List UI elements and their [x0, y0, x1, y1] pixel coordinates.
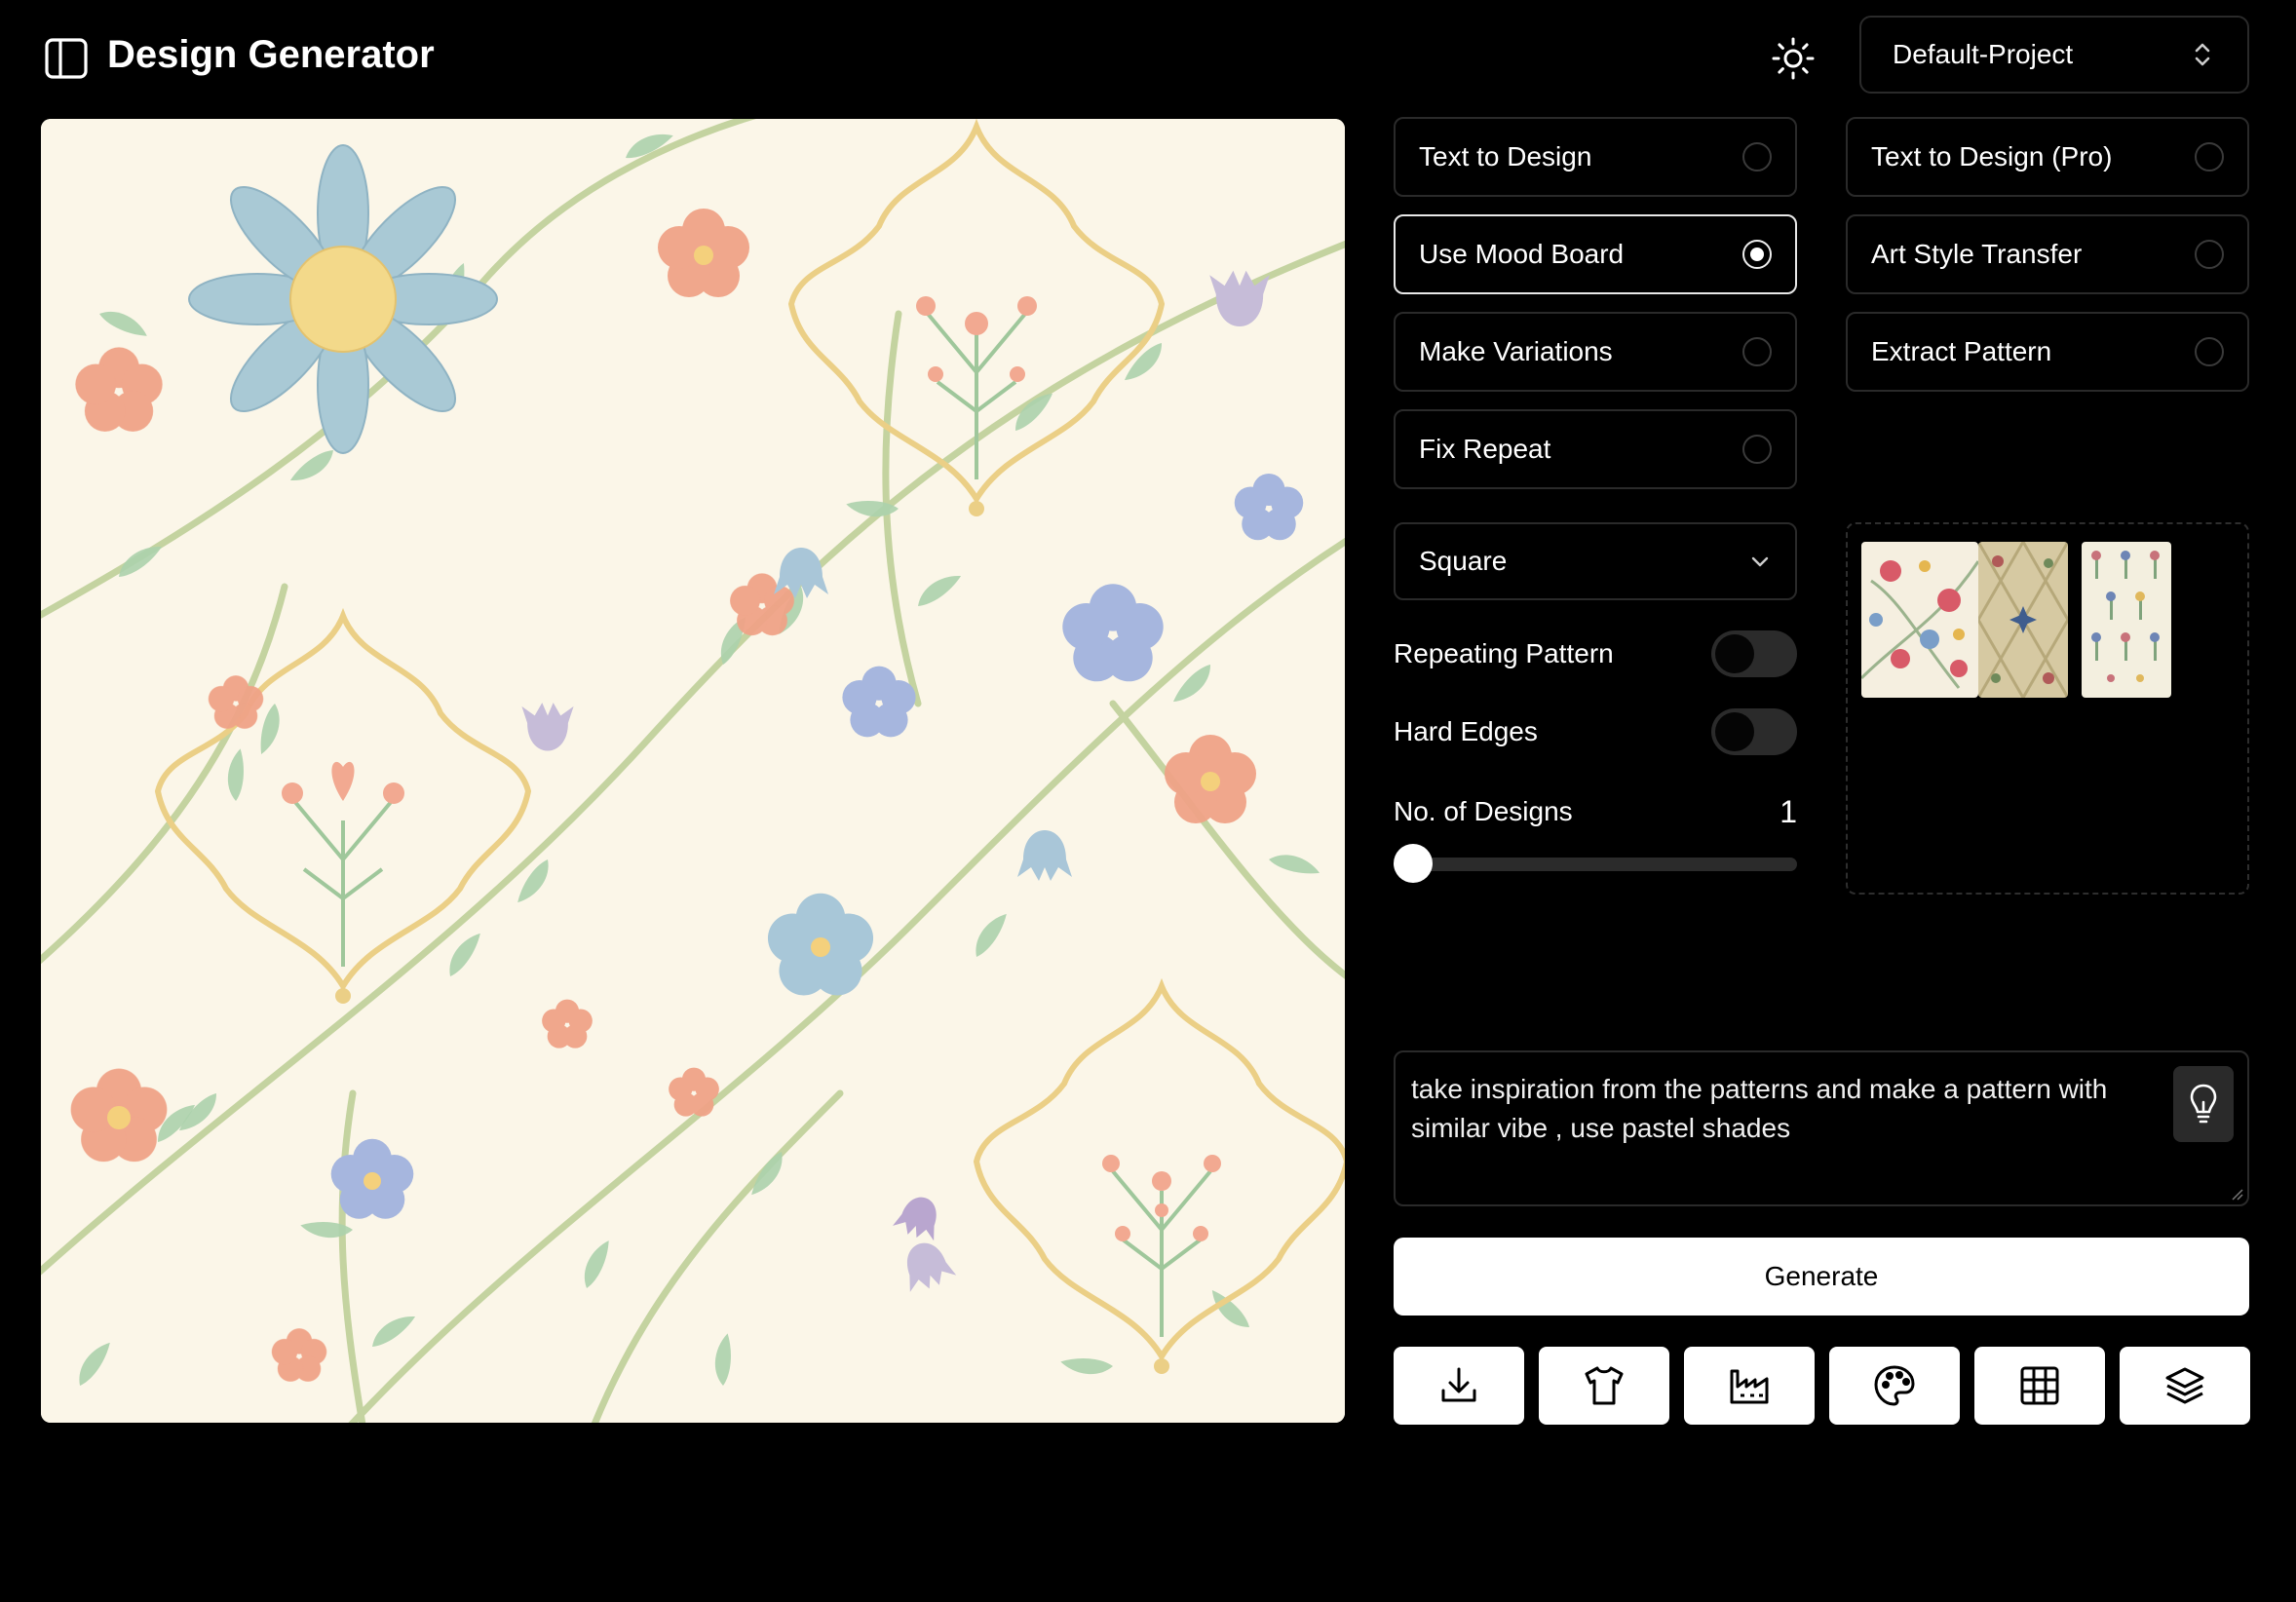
mode-label: Make Variations — [1419, 336, 1613, 366]
layers-button[interactable] — [2120, 1347, 2250, 1425]
mood-board-dropzone[interactable] — [1846, 522, 2249, 895]
aspect-ratio-value: Square — [1419, 546, 1508, 576]
mode-text-to-design[interactable]: Text to Design — [1394, 117, 1797, 197]
mode-label: Text to Design (Pro) — [1871, 141, 2113, 172]
mode-label: Use Mood Board — [1419, 239, 1625, 269]
mode-extract-pattern[interactable]: Extract Pattern — [1846, 312, 2249, 392]
project-select-value: Default-Project — [1893, 39, 2074, 69]
radio-button[interactable] — [1742, 435, 1772, 464]
factory-button[interactable] — [1684, 1347, 1815, 1425]
sidebar-toggle-icon[interactable] — [43, 35, 90, 82]
generate-button[interactable]: Generate — [1394, 1238, 2249, 1316]
layers-icon — [2165, 1367, 2204, 1404]
hard-edges-toggle[interactable] — [1711, 708, 1797, 755]
prompt-text: take inspiration from the patterns and m… — [1411, 1074, 2108, 1143]
chevron-down-icon — [1751, 556, 1769, 567]
mode-fix-repeat[interactable]: Fix Repeat — [1394, 409, 1797, 489]
repeating-pattern-label: Repeating Pattern — [1394, 638, 1614, 668]
mode-label: Extract Pattern — [1871, 336, 2052, 366]
mode-make-variations[interactable]: Make Variations — [1394, 312, 1797, 392]
palette-icon — [1874, 1365, 1915, 1406]
mode-label: Text to Design — [1419, 141, 1592, 172]
tile-preview-button[interactable] — [1974, 1347, 2105, 1425]
radio-button[interactable] — [2195, 337, 2224, 366]
radio-button[interactable] — [1742, 337, 1772, 366]
sun-icon[interactable] — [1768, 33, 1818, 84]
mode-text-to-design-pro[interactable]: Text to Design (Pro) — [1846, 117, 2249, 197]
factory-icon — [1730, 1369, 1769, 1404]
lightbulb-icon — [2190, 1084, 2217, 1124]
slider-track[interactable] — [1394, 858, 1797, 871]
repeating-pattern-row: Repeating Pattern — [1394, 629, 1797, 678]
chevron-up-down-icon — [2195, 43, 2210, 66]
mode-label: Art Style Transfer — [1871, 239, 2083, 269]
slider-thumb[interactable] — [1394, 844, 1433, 883]
radio-button-selected[interactable] — [1742, 240, 1772, 269]
mood-board-image[interactable] — [2082, 542, 2171, 698]
designs-count-slider[interactable] — [1394, 842, 1797, 883]
mood-board-image[interactable] — [1861, 542, 1978, 698]
radio-button[interactable] — [2195, 240, 2224, 269]
radio-button[interactable] — [1742, 142, 1772, 172]
apparel-mockup-button[interactable] — [1539, 1347, 1669, 1425]
mode-art-style-transfer[interactable]: Art Style Transfer — [1846, 214, 2249, 294]
designs-count-label: No. of Designs — [1394, 796, 1573, 826]
generated-design-preview — [41, 119, 1345, 1423]
radio-button[interactable] — [2195, 142, 2224, 172]
repeating-pattern-toggle[interactable] — [1711, 630, 1797, 677]
project-select[interactable]: Default-Project — [1859, 16, 2249, 94]
mood-board-image[interactable] — [1978, 542, 2068, 698]
prompt-textarea[interactable]: take inspiration from the patterns and m… — [1394, 1050, 2249, 1206]
mode-label: Fix Repeat — [1419, 434, 1551, 464]
designs-count-value: 1 — [1779, 793, 1797, 829]
hard-edges-label: Hard Edges — [1394, 716, 1538, 746]
color-palette-button[interactable] — [1829, 1347, 1960, 1425]
download-icon — [1441, 1367, 1476, 1402]
aspect-ratio-select[interactable]: Square — [1394, 522, 1797, 600]
tshirt-icon — [1585, 1366, 1624, 1405]
mode-use-mood-board[interactable]: Use Mood Board — [1394, 214, 1797, 294]
download-button[interactable] — [1394, 1347, 1524, 1425]
app-title: Design Generator — [107, 33, 435, 76]
resize-grip-icon[interactable] — [2230, 1187, 2243, 1201]
hard-edges-row: Hard Edges — [1394, 707, 1797, 756]
grid-icon — [2020, 1366, 2059, 1405]
designs-count-row: No. of Designs 1 — [1394, 787, 1797, 836]
prompt-suggestion-button[interactable] — [2173, 1066, 2234, 1142]
